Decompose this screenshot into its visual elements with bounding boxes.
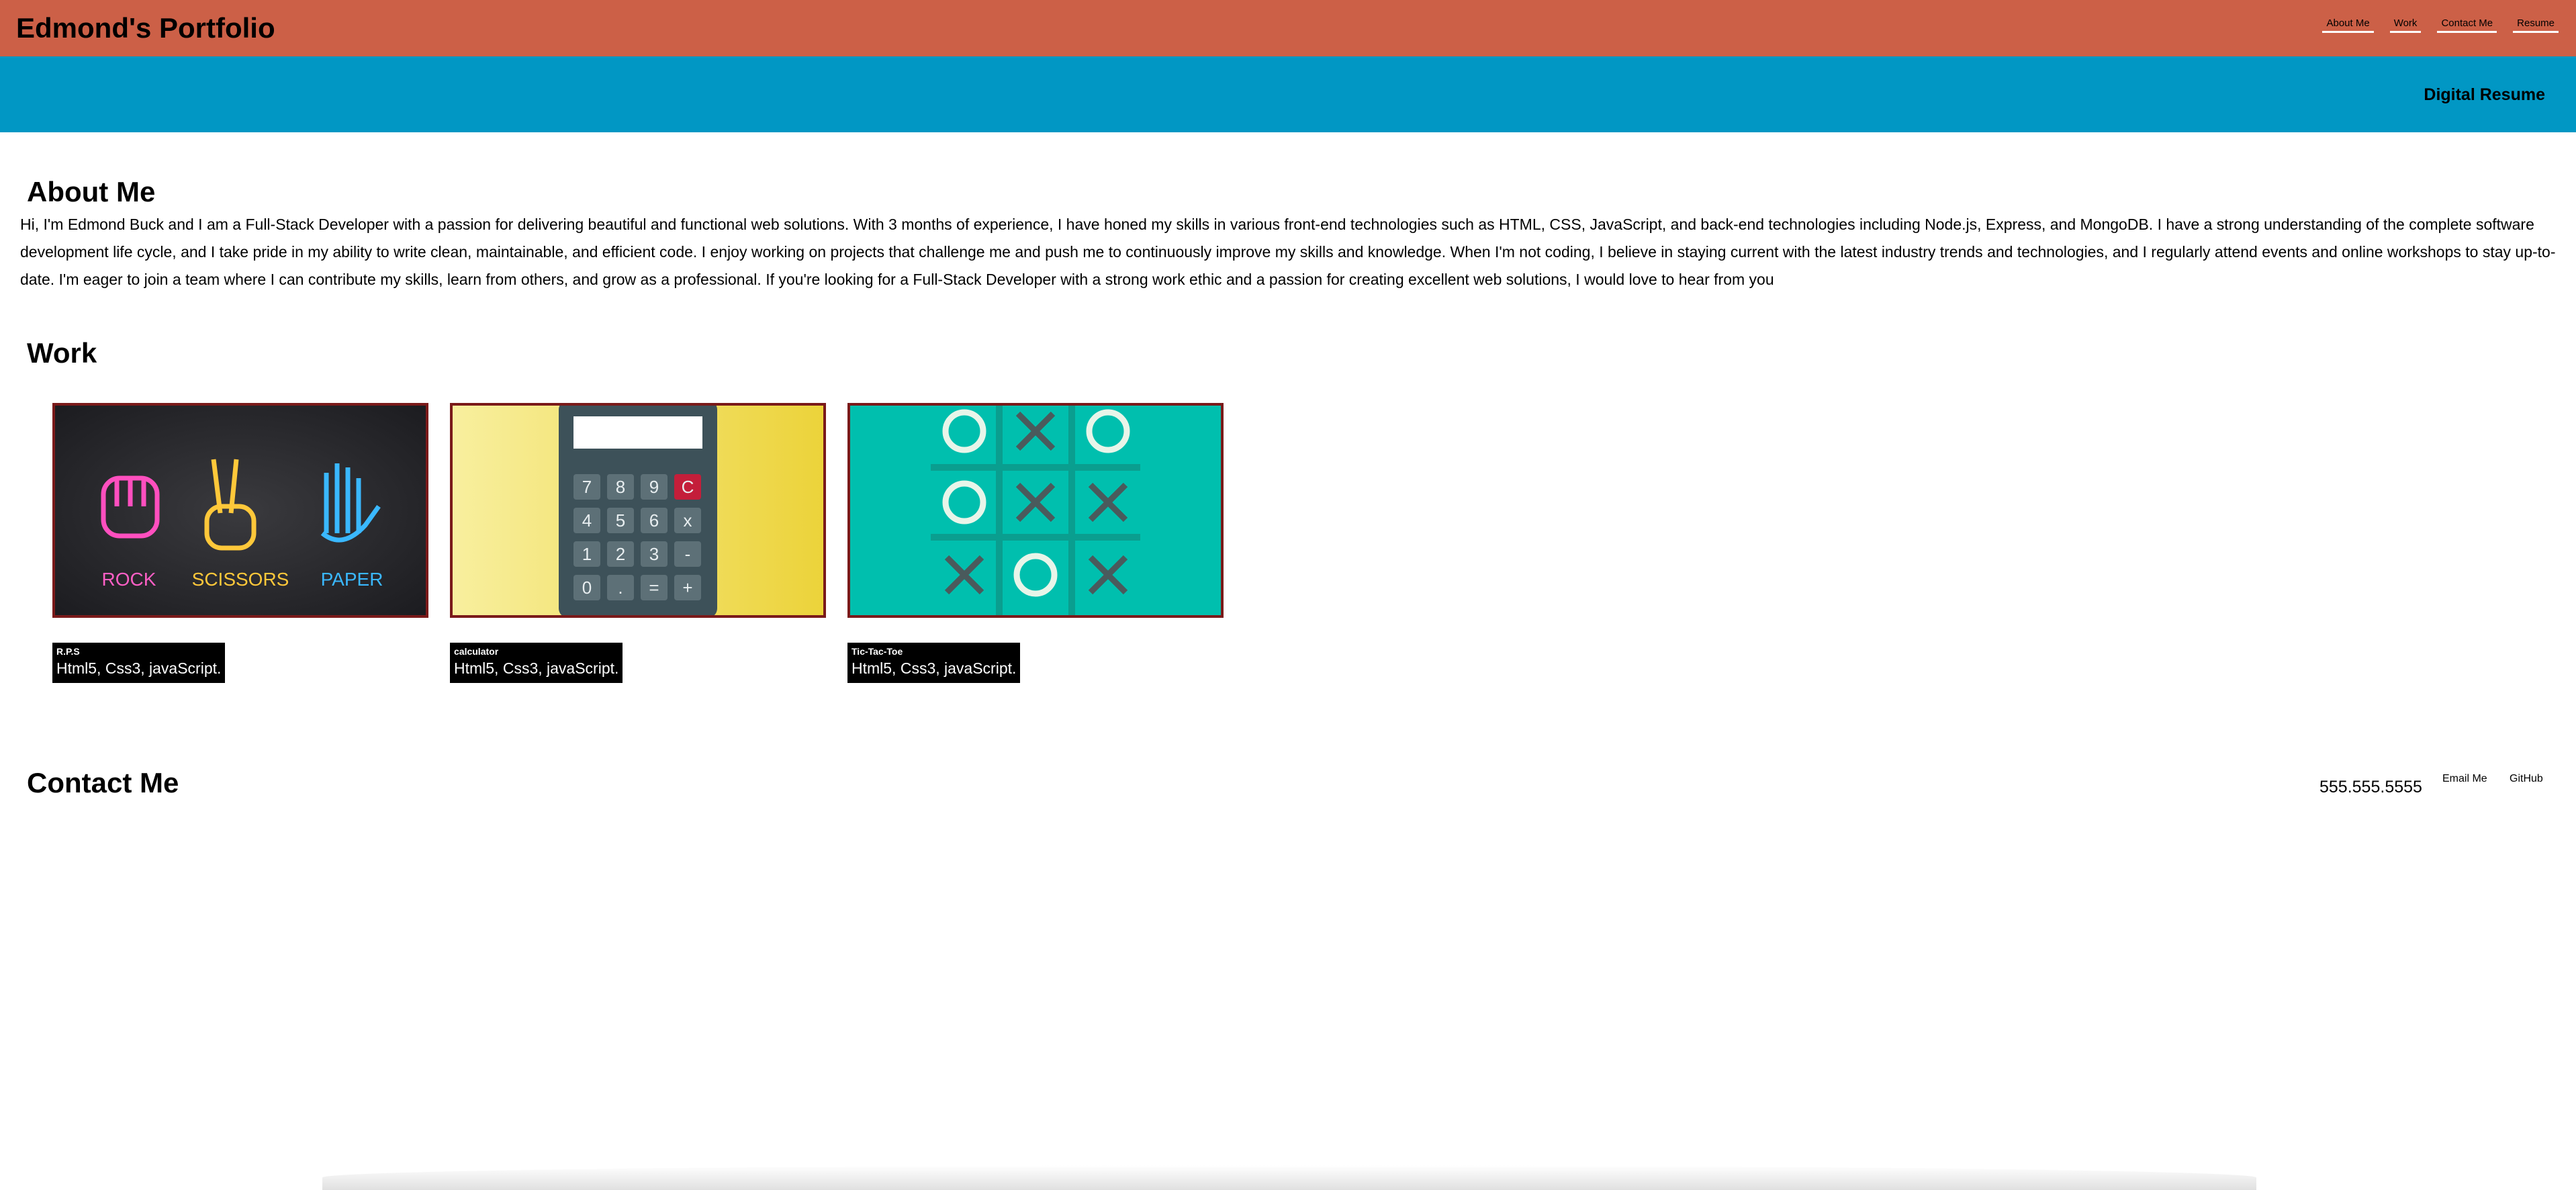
nav-contact-me[interactable]: Contact Me bbox=[2437, 17, 2497, 33]
calc-key-label: 0 bbox=[582, 578, 592, 598]
calculator-illustration: 7 8 9 C 4 5 6 x 1 2 3 - 0. = + bbox=[453, 406, 823, 615]
resume-bar: Digital Resume bbox=[0, 56, 2576, 132]
rps-illustration: ROCK SCISSORS PAPER bbox=[55, 406, 426, 615]
site-header: Edmond's Portfolio About Me Work Contact… bbox=[0, 0, 2576, 56]
calc-key-label: C bbox=[682, 477, 694, 497]
calc-key-label: = bbox=[649, 578, 659, 598]
project-image-tic-tac-toe[interactable] bbox=[847, 403, 1224, 618]
project-name: R.P.S bbox=[56, 646, 80, 657]
calculator-display bbox=[573, 416, 702, 449]
project-image-calculator[interactable]: 7 8 9 C 4 5 6 x 1 2 3 - 0. = + bbox=[450, 403, 826, 618]
contact-heading: Contact Me bbox=[27, 767, 179, 798]
project-caption-rps: R.P.S Html5, Css3, javaScript. bbox=[52, 643, 226, 683]
rock-label: ROCK bbox=[102, 569, 156, 590]
site-title: Edmond's Portfolio bbox=[16, 12, 275, 44]
nav-about-me[interactable]: About Me bbox=[2322, 17, 2374, 33]
project-caption-calculator: calculator Html5, Css3, javaScript. bbox=[450, 643, 623, 683]
tic-tac-toe-illustration bbox=[850, 406, 1221, 615]
calc-key-label: - bbox=[685, 544, 691, 564]
bottom-shadow bbox=[322, 1165, 2256, 1190]
digital-resume-label: Digital Resume bbox=[2424, 85, 2545, 104]
github-link[interactable]: GitHub bbox=[2510, 773, 2543, 785]
work-heading: Work bbox=[27, 337, 97, 369]
calc-key-label: 7 bbox=[582, 477, 592, 497]
calc-key-label: 4 bbox=[582, 510, 592, 531]
project-tech: Html5, Css3, javaScript. bbox=[454, 659, 619, 677]
calc-key-label: 8 bbox=[616, 477, 625, 497]
calc-key-label: 5 bbox=[616, 510, 625, 531]
about-text: Hi, I'm Edmond Buck and I am a Full-Stac… bbox=[20, 216, 2556, 288]
calc-key-label: 3 bbox=[649, 544, 659, 564]
calc-key-label: 6 bbox=[649, 510, 659, 531]
project-tech: Html5, Css3, javaScript. bbox=[56, 659, 222, 677]
project-tech: Html5, Css3, javaScript. bbox=[852, 659, 1017, 677]
paper-label: PAPER bbox=[321, 569, 383, 590]
main-nav: About Me Work Contact Me Resume bbox=[2322, 17, 2559, 33]
nav-resume[interactable]: Resume bbox=[2513, 17, 2559, 33]
project-image-rps[interactable]: ROCK SCISSORS PAPER bbox=[52, 403, 428, 618]
nav-work[interactable]: Work bbox=[2389, 17, 2422, 33]
scissors-label: SCISSORS bbox=[192, 569, 289, 590]
email-link[interactable]: Email Me bbox=[2442, 773, 2487, 785]
project-caption-tic-tac-toe: Tic-Tac-Toe Html5, Css3, javaScript. bbox=[847, 643, 1021, 683]
calc-key-label: + bbox=[682, 578, 692, 598]
about-heading: About Me bbox=[27, 176, 156, 208]
calc-key-label: 1 bbox=[582, 544, 592, 564]
calc-key-label: 2 bbox=[616, 544, 625, 564]
project-name: calculator bbox=[454, 646, 499, 657]
phone-number: 555.555.5555 bbox=[2319, 778, 2422, 796]
calc-key-label: . bbox=[618, 578, 623, 598]
calc-key-label: 9 bbox=[649, 477, 659, 497]
calc-key-label: x bbox=[684, 510, 692, 531]
project-name: Tic-Tac-Toe bbox=[852, 646, 903, 657]
